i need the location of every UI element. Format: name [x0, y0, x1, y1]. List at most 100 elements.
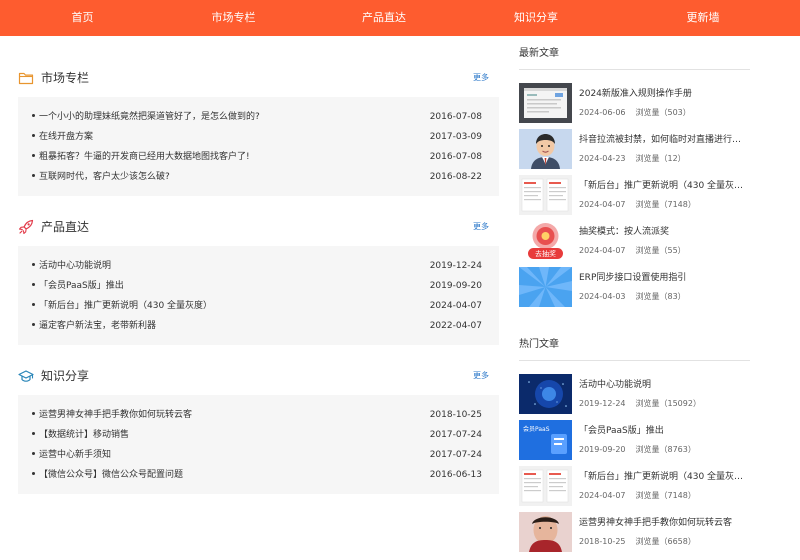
article-date: 2016-08-22: [429, 172, 482, 182]
article-link[interactable]: 一个小小的助理妹纸竟然把渠道管好了，是怎么做到的?: [32, 107, 260, 127]
hot-articles-title: 热门文章: [519, 337, 750, 361]
article-meta: 2024-04-07 浏览量（55）: [579, 245, 686, 257]
article-thumbnail: [519, 267, 572, 307]
nav-product-direct[interactable]: 产品直达: [302, 0, 466, 36]
bullet-icon: [32, 432, 35, 435]
article-link[interactable]: 运营中心新手须知: [32, 445, 111, 465]
list-item[interactable]: 「新后台」推广更新说明（430 全量灰… 2024-04-07 浏览量（7148）: [519, 466, 750, 512]
section-title: 知识分享: [41, 369, 90, 383]
list-item: 「会员PaaS版」推出 2019-09-20: [32, 276, 482, 296]
article-title: 「新后台」推广更新说明（430 全量灰度）: [39, 301, 213, 311]
article-date: 2022-04-07: [429, 321, 482, 331]
views-label: 浏览量: [635, 491, 660, 500]
article-meta: 2024-04-07 浏览量（7148）: [579, 490, 696, 502]
article-thumbnail: [519, 466, 572, 506]
article-thumbnail: 去抽奖: [519, 221, 572, 261]
article-meta: 2019-09-20 浏览量（8763）: [579, 444, 696, 456]
list-item[interactable]: 「新后台」推广更新说明（430 全量灰… 2024-04-07 浏览量（7148）: [519, 175, 750, 221]
article-link[interactable]: 互联网时代，客户太少该怎么破?: [32, 167, 170, 187]
article-thumbnail: [519, 374, 572, 414]
views-label: 浏览量: [635, 292, 660, 301]
list-item[interactable]: 2024新版准入规则操作手册 2024-06-06 浏览量（503）: [519, 83, 750, 129]
article-link[interactable]: 【微信公众号】微信公众号配置问题: [32, 465, 183, 485]
article-date: 2016-06-13: [429, 470, 482, 480]
article-link[interactable]: 逼定客户新法宝，老带新利器: [32, 316, 156, 336]
more-link[interactable]: 更多: [473, 369, 489, 383]
list-item[interactable]: 活动中心功能说明 2019-12-24 浏览量（15092）: [519, 374, 750, 420]
article-title: 逼定客户新法宝，老带新利器: [39, 321, 157, 331]
bullet-icon: [32, 283, 35, 286]
article-date: 2016-07-08: [429, 152, 482, 162]
article-title[interactable]: 运营男神女神手把手教你如何玩转云客: [579, 516, 750, 530]
article-title: 运营中心新手须知: [39, 450, 112, 460]
list-item[interactable]: 去抽奖 抽奖模式：按人流派奖 2024-04-07 浏览量（55）: [519, 221, 750, 267]
article-title[interactable]: 「会员PaaS版」推出: [579, 424, 750, 438]
article-link[interactable]: 活动中心功能说明: [32, 256, 111, 276]
list-item: 活动中心功能说明 2019-12-24: [32, 256, 482, 276]
list-item: 互联网时代，客户太少该怎么破? 2016-08-22: [32, 167, 482, 187]
views-count: （55）: [659, 246, 686, 255]
bullet-icon: [32, 323, 35, 326]
article-list: 活动中心功能说明 2019-12-24 「会员PaaS版」推出 2019-09-20…: [18, 246, 499, 345]
rocket-icon: [18, 219, 34, 235]
views-label: 浏览量: [635, 200, 660, 209]
article-title[interactable]: 抖音拉流被封禁，如何临时对直播进行…: [579, 133, 750, 147]
article-link[interactable]: 运营男神女神手把手教你如何玩转云客: [32, 405, 192, 425]
article-title[interactable]: 活动中心功能说明: [579, 378, 750, 392]
bullet-icon: [32, 114, 35, 117]
more-link[interactable]: 更多: [473, 220, 489, 234]
article-thumbnail: [519, 175, 572, 215]
article-link[interactable]: 【数据统计】移动销售: [32, 425, 129, 445]
article-title: 在线开盘方案: [39, 132, 94, 142]
article-title[interactable]: 「新后台」推广更新说明（430 全量灰…: [579, 470, 750, 484]
bullet-icon: [32, 452, 35, 455]
views-count: （6658）: [659, 537, 696, 546]
views-count: （8763）: [659, 445, 696, 454]
bullet-icon: [32, 263, 35, 266]
article-thumbnail: [519, 512, 572, 552]
article-date: 2017-07-24: [429, 450, 482, 460]
section-title: 市场专栏: [41, 71, 90, 85]
section-market-column: 市场专栏 更多 一个小小的助理妹纸竟然把渠道管好了，是怎么做到的? 2016-07…: [18, 68, 499, 196]
article-date: 2019-12-24: [579, 399, 626, 408]
list-item: 在线开盘方案 2017-03-09: [32, 127, 482, 147]
thumbnail-caption: 会员PaaS: [523, 426, 550, 433]
bullet-icon: [32, 154, 35, 157]
nav-home[interactable]: 首页: [0, 0, 165, 36]
list-item: 「新后台」推广更新说明（430 全量灰度） 2024-04-07: [32, 296, 482, 316]
list-item[interactable]: 抖音拉流被封禁，如何临时对直播进行… 2024-04-23 浏览量（12）: [519, 129, 750, 175]
article-title: 【数据统计】移动销售: [39, 430, 130, 440]
article-date: 2018-10-25: [429, 410, 482, 420]
article-title[interactable]: ERP同步接口设置使用指引: [579, 271, 750, 285]
article-link[interactable]: 在线开盘方案: [32, 127, 93, 147]
article-date: 2024-04-07: [579, 200, 626, 209]
article-date: 2017-07-24: [429, 430, 482, 440]
nav-knowledge-share[interactable]: 知识分享: [466, 0, 606, 36]
article-title[interactable]: 「新后台」推广更新说明（430 全量灰…: [579, 179, 750, 193]
views-label: 浏览量: [635, 246, 660, 255]
bullet-icon: [32, 412, 35, 415]
article-meta: 2024-04-23 浏览量（12）: [579, 153, 686, 165]
article-date: 2019-09-20: [579, 445, 626, 454]
bullet-icon: [32, 303, 35, 306]
list-item[interactable]: 运营男神女神手把手教你如何玩转云客 2018-10-25 浏览量（6658）: [519, 512, 750, 558]
article-title[interactable]: 抽奖模式：按人流派奖: [579, 225, 750, 239]
list-item: 一个小小的助理妹纸竟然把渠道管好了，是怎么做到的? 2016-07-08: [32, 107, 482, 127]
article-date: 2024-06-06: [579, 108, 626, 117]
article-date: 2019-09-20: [429, 281, 482, 291]
list-item[interactable]: 会员PaaS 「会员PaaS版」推出 2019-09-20 浏览量（8763）: [519, 420, 750, 466]
nav-market-column[interactable]: 市场专栏: [165, 0, 302, 36]
list-item[interactable]: ERP同步接口设置使用指引 2024-04-03 浏览量（83）: [519, 267, 750, 313]
article-link[interactable]: 「会员PaaS版」推出: [32, 276, 124, 296]
list-item: 运营男神女神手把手教你如何玩转云客 2018-10-25: [32, 405, 482, 425]
more-link[interactable]: 更多: [473, 71, 489, 85]
list-item: 【数据统计】移动销售 2017-07-24: [32, 425, 482, 445]
article-title[interactable]: 2024新版准入规则操作手册: [579, 87, 750, 101]
article-list: 运营男神女神手把手教你如何玩转云客 2018-10-25 【数据统计】移动销售 20…: [18, 395, 499, 494]
article-link[interactable]: 粗暴拓客？牛逼的开发商已经用大数据地图找客户了!: [32, 147, 250, 167]
article-date: 2024-04-23: [579, 154, 626, 163]
nav-update-wall[interactable]: 更新墙: [606, 0, 800, 36]
article-date: 2019-12-24: [429, 261, 482, 271]
article-title: 粗暴拓客？牛逼的开发商已经用大数据地图找客户了!: [39, 152, 250, 162]
article-link[interactable]: 「新后台」推广更新说明（430 全量灰度）: [32, 296, 212, 316]
